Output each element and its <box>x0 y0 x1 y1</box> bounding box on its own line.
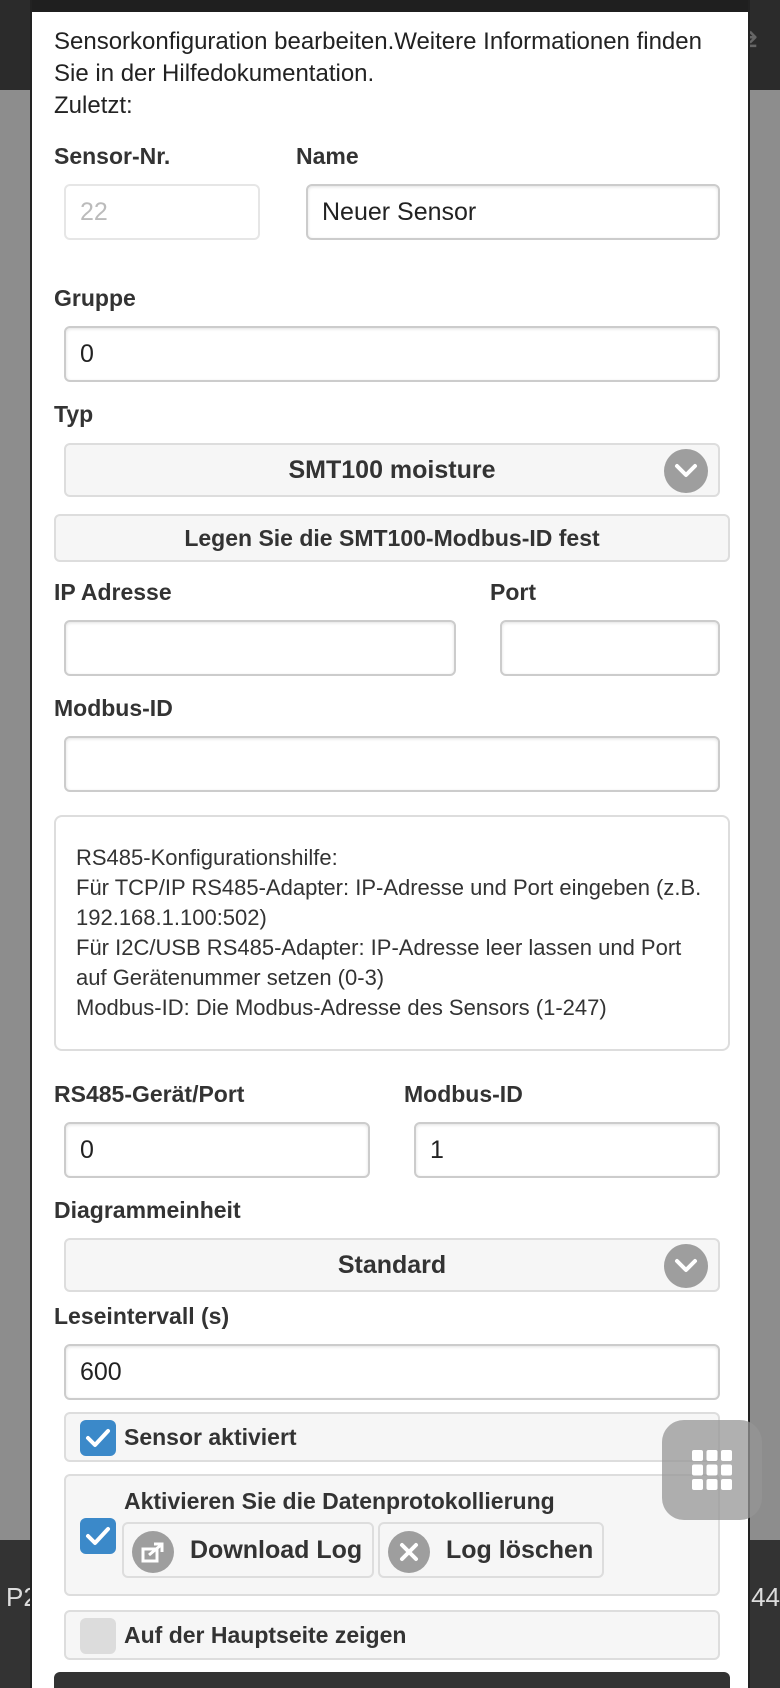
type-select[interactable]: SMT100 moisture <box>64 443 720 497</box>
name-label: Name <box>296 143 359 169</box>
dialog-intro: Sensorkonfiguration bearbeiten.Weitere I… <box>54 26 734 122</box>
rs485-modbus-id-label: Modbus-ID <box>404 1081 523 1107</box>
grid-menu-button[interactable] <box>662 1420 762 1520</box>
sensor-nr-field: 22 <box>64 184 260 240</box>
rs485-help-box: RS485-Konfigurationshilfe: Für TCP/IP RS… <box>54 815 730 1051</box>
help-line-i2c: Für I2C/USB RS485-Adapter: IP-Adresse le… <box>76 935 682 990</box>
ip-address-field[interactable] <box>64 620 456 676</box>
delete-icon <box>388 1531 430 1573</box>
help-line-modbus: Modbus-ID: Die Modbus-Adresse des Sensor… <box>76 995 607 1020</box>
sensor-enabled-row[interactable]: Sensor aktiviert <box>64 1412 720 1462</box>
ip-address-label: IP Adresse <box>54 579 172 605</box>
sensor-nr-label: Sensor-Nr. <box>54 143 171 169</box>
sensor-enabled-label: Sensor aktiviert <box>124 1424 297 1450</box>
delete-log-label: Log löschen <box>446 1536 594 1564</box>
show-main-row[interactable]: Auf der Hauptseite zeigen <box>64 1610 720 1660</box>
name-field[interactable]: Neuer Sensor <box>306 184 720 240</box>
dialog-titlebar <box>32 0 748 12</box>
chevron-down-icon <box>664 449 708 493</box>
modbus-id-label: Modbus-ID <box>54 695 173 721</box>
data-logging-row: Aktivieren Sie die Datenprotokollierung … <box>64 1474 720 1596</box>
chevron-down-icon <box>664 1244 708 1288</box>
download-log-label: Download Log <box>190 1536 363 1564</box>
set-modbus-id-button[interactable]: Legen Sie die SMT100-Modbus-ID fest <box>54 514 730 562</box>
show-main-checkbox[interactable] <box>80 1618 116 1654</box>
share-icon <box>132 1531 174 1573</box>
port-label: Port <box>490 579 536 605</box>
chart-unit-value: Standard <box>337 1251 447 1279</box>
grid-icon <box>692 1450 732 1490</box>
help-line-tcp: Für TCP/IP RS485-Adapter: IP-Adresse und… <box>76 875 702 930</box>
show-main-label: Auf der Hauptseite zeigen <box>124 1622 407 1648</box>
type-label: Typ <box>54 401 94 427</box>
delete-log-button[interactable]: Log löschen <box>378 1522 604 1578</box>
rs485-device-label: RS485-Gerät/Port <box>54 1081 245 1107</box>
chart-unit-label: Diagrammeinheit <box>54 1197 241 1223</box>
background-text-right: 44 <box>751 1582 780 1612</box>
read-interval-label: Leseintervall (s) <box>54 1303 230 1329</box>
data-logging-label: Aktivieren Sie die Datenprotokollierung <box>124 1488 555 1514</box>
rs485-modbus-id-field[interactable]: 1 <box>414 1122 720 1178</box>
sensor-enabled-checkbox[interactable] <box>80 1420 116 1456</box>
last-updated-text: Zuletzt: <box>54 92 133 119</box>
help-title: RS485-Konfigurationshilfe: <box>76 845 338 870</box>
save-button[interactable] <box>54 1672 730 1688</box>
rs485-device-field[interactable]: 0 <box>64 1122 370 1178</box>
group-field[interactable]: 0 <box>64 326 720 382</box>
modbus-id-field[interactable] <box>64 736 720 792</box>
read-interval-field[interactable]: 600 <box>64 1344 720 1400</box>
data-logging-checkbox[interactable] <box>80 1518 116 1554</box>
download-log-button[interactable]: Download Log <box>122 1522 374 1578</box>
port-field[interactable] <box>500 620 720 676</box>
group-label: Gruppe <box>54 285 136 311</box>
chart-unit-select[interactable]: Standard <box>64 1238 720 1292</box>
type-select-value: SMT100 moisture <box>288 456 496 484</box>
sensor-config-dialog: Sensorkonfiguration bearbeiten.Weitere I… <box>30 0 750 1688</box>
intro-text: Sensorkonfiguration bearbeiten.Weitere I… <box>54 28 702 87</box>
